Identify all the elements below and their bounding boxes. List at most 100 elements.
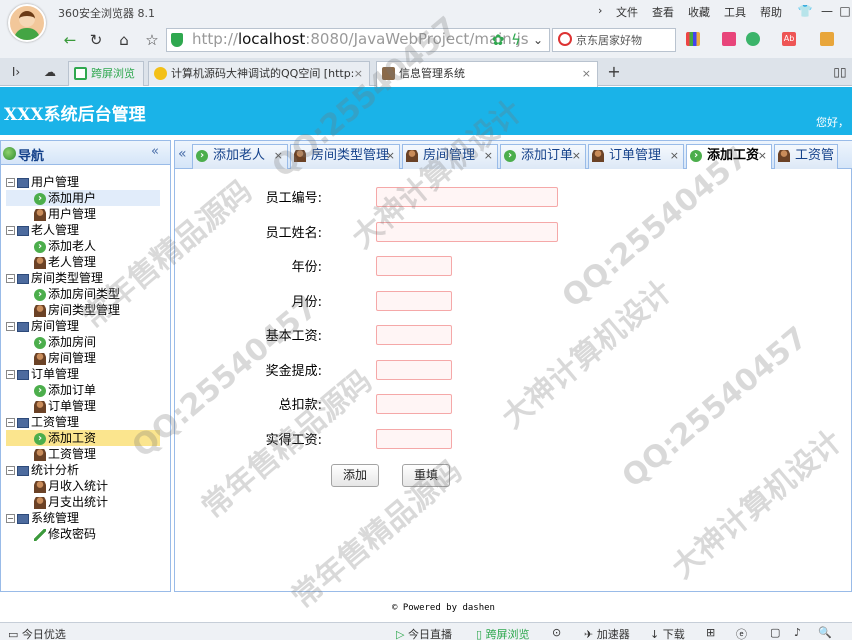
close-icon[interactable]: × <box>484 145 493 167</box>
close-icon[interactable]: × <box>582 62 591 86</box>
browser-tab-qzone[interactable]: 计算机源码大神调试的QQ空间 [http: × <box>148 61 370 86</box>
status-page-icon[interactable]: ⊞ <box>706 626 715 639</box>
tab-nav-icon[interactable]: I› <box>6 62 26 82</box>
browser-tab-cross[interactable]: 跨屏浏览 <box>68 61 144 86</box>
browser-tab-active[interactable]: 信息管理系统 × <box>376 61 598 87</box>
collapse-toggle-icon[interactable]: − <box>6 322 15 331</box>
menu-help[interactable]: 帮助 <box>760 4 782 20</box>
tree-item[interactable]: 修改密码 <box>6 526 160 542</box>
close-icon[interactable]: × <box>274 145 283 167</box>
gear-icon[interactable]: ✿ <box>488 30 508 50</box>
tree-item[interactable]: › 添加用户 <box>6 190 160 206</box>
refresh-icon[interactable]: ↻ <box>86 30 106 50</box>
extension-icon[interactable] <box>820 32 834 46</box>
cloud-icon[interactable]: ☁ <box>40 62 60 82</box>
content-tab[interactable]: 订单管理 × <box>588 144 684 169</box>
form-input[interactable] <box>376 359 452 380</box>
collapse-icon[interactable]: « <box>151 144 159 159</box>
tree-item[interactable]: › 添加老人 <box>6 238 160 254</box>
close-icon[interactable]: × <box>386 145 395 167</box>
collapse-toggle-icon[interactable]: − <box>6 274 15 283</box>
tree-item[interactable]: 订单管理 <box>6 398 160 414</box>
tree-group[interactable]: − 系统管理 <box>6 510 166 526</box>
tree-item[interactable]: 用户管理 <box>6 206 160 222</box>
tree-item[interactable]: 房间类型管理 <box>6 302 160 318</box>
tree-item[interactable]: 月收入统计 <box>6 478 160 494</box>
close-icon[interactable]: × <box>354 62 363 86</box>
collapse-toggle-icon[interactable]: − <box>6 514 15 523</box>
money-icon[interactable] <box>746 32 760 46</box>
tree-item[interactable]: 老人管理 <box>6 254 160 270</box>
star-icon[interactable]: ☆ <box>142 30 162 50</box>
adblock-icon[interactable]: Ab <box>782 32 796 46</box>
tab-scroll-left-icon[interactable]: « <box>178 146 187 162</box>
bookmark-icon[interactable] <box>722 32 736 46</box>
form-input[interactable] <box>376 256 452 276</box>
apps-icon[interactable] <box>686 32 700 46</box>
status-zoom-icon[interactable]: 🔍 <box>818 626 832 639</box>
tree-group[interactable]: − 工资管理 <box>6 414 166 430</box>
collapse-toggle-icon[interactable]: − <box>6 226 15 235</box>
form-input[interactable] <box>376 428 452 449</box>
collapse-toggle-icon[interactable]: − <box>6 178 15 187</box>
tab-list-icon[interactable]: ▯▯ <box>830 62 850 82</box>
reset-button[interactable]: 重填 <box>402 464 450 487</box>
form-input[interactable] <box>376 394 452 414</box>
search-input[interactable]: 京东居家好物 <box>576 32 642 48</box>
tree-item[interactable]: › 添加房间类型 <box>6 286 160 302</box>
content-tab[interactable]: › 添加工资 × <box>686 144 772 169</box>
lightning-icon[interactable]: ϟ <box>506 30 526 50</box>
tree-group[interactable]: − 订单管理 <box>6 366 166 382</box>
tree-group[interactable]: − 统计分析 <box>6 462 166 478</box>
status-refresh[interactable]: ⊙ <box>552 626 561 639</box>
close-icon[interactable]: × <box>572 145 581 167</box>
status-window-icon[interactable]: ▢ <box>770 626 780 639</box>
collapse-toggle-icon[interactable]: − <box>6 418 15 427</box>
add-button[interactable]: 添加 <box>331 464 379 487</box>
shirt-icon[interactable]: 👕 <box>794 2 816 20</box>
maximize-icon[interactable]: □ <box>834 2 852 20</box>
new-tab-icon[interactable]: + <box>604 62 624 82</box>
tree-item-label: 添加订单 <box>48 383 97 397</box>
tree-group[interactable]: − 老人管理 <box>6 222 166 238</box>
tree-group[interactable]: − 房间类型管理 <box>6 270 166 286</box>
user-avatar[interactable] <box>8 4 46 42</box>
tree-item[interactable]: 房间管理 <box>6 350 160 366</box>
menu-favorites[interactable]: 收藏 <box>688 4 710 20</box>
collapse-toggle-icon[interactable]: − <box>6 370 15 379</box>
content-tab-label: 房间管理 <box>423 148 476 163</box>
content-tab[interactable]: 房间管理 × <box>402 144 498 169</box>
close-icon[interactable]: × <box>670 145 679 167</box>
tree-item[interactable]: › 添加房间 <box>6 334 160 350</box>
search-engine-icon[interactable] <box>558 32 572 46</box>
menu-tools[interactable]: 工具 <box>724 4 746 20</box>
user-icon <box>34 256 46 269</box>
tree-item[interactable]: › 添加工资 <box>6 430 160 446</box>
chevron-down-icon[interactable]: ⌄ <box>528 30 548 50</box>
tree-item[interactable]: 月支出统计 <box>6 494 160 510</box>
browser-tab-label: 跨屏浏览 <box>91 67 135 80</box>
tree-group[interactable]: − 房间管理 <box>6 318 166 334</box>
url-text[interactable]: http://localhost:8080/JavaWebProject/mai… <box>192 30 529 48</box>
computer-icon <box>17 321 29 332</box>
form-input[interactable] <box>376 290 452 311</box>
menu-view[interactable]: 查看 <box>652 4 674 20</box>
close-icon[interactable]: × <box>758 145 767 167</box>
content-tab[interactable]: › 添加老人 × <box>192 144 288 169</box>
status-sound-icon[interactable]: ♪ <box>794 626 801 639</box>
computer-icon <box>17 369 29 380</box>
menu-file[interactable]: 文件 <box>616 4 638 20</box>
content-tab[interactable]: 工资管 <box>774 144 838 169</box>
form-input[interactable] <box>376 221 558 242</box>
content-tab[interactable]: 房间类型管理 × <box>290 144 400 169</box>
tree-item[interactable]: 工资管理 <box>6 446 160 462</box>
tree-item[interactable]: › 添加订单 <box>6 382 160 398</box>
form-input[interactable] <box>376 187 558 207</box>
back-icon[interactable]: ← <box>60 30 80 50</box>
collapse-toggle-icon[interactable]: − <box>6 466 15 475</box>
menu-chevron-icon[interactable]: › <box>598 4 602 17</box>
form-input[interactable] <box>376 325 452 345</box>
home-icon[interactable]: ⌂ <box>114 30 134 50</box>
content-tab[interactable]: › 添加订单 × <box>500 144 586 169</box>
tree-group[interactable]: − 用户管理 <box>6 174 166 190</box>
